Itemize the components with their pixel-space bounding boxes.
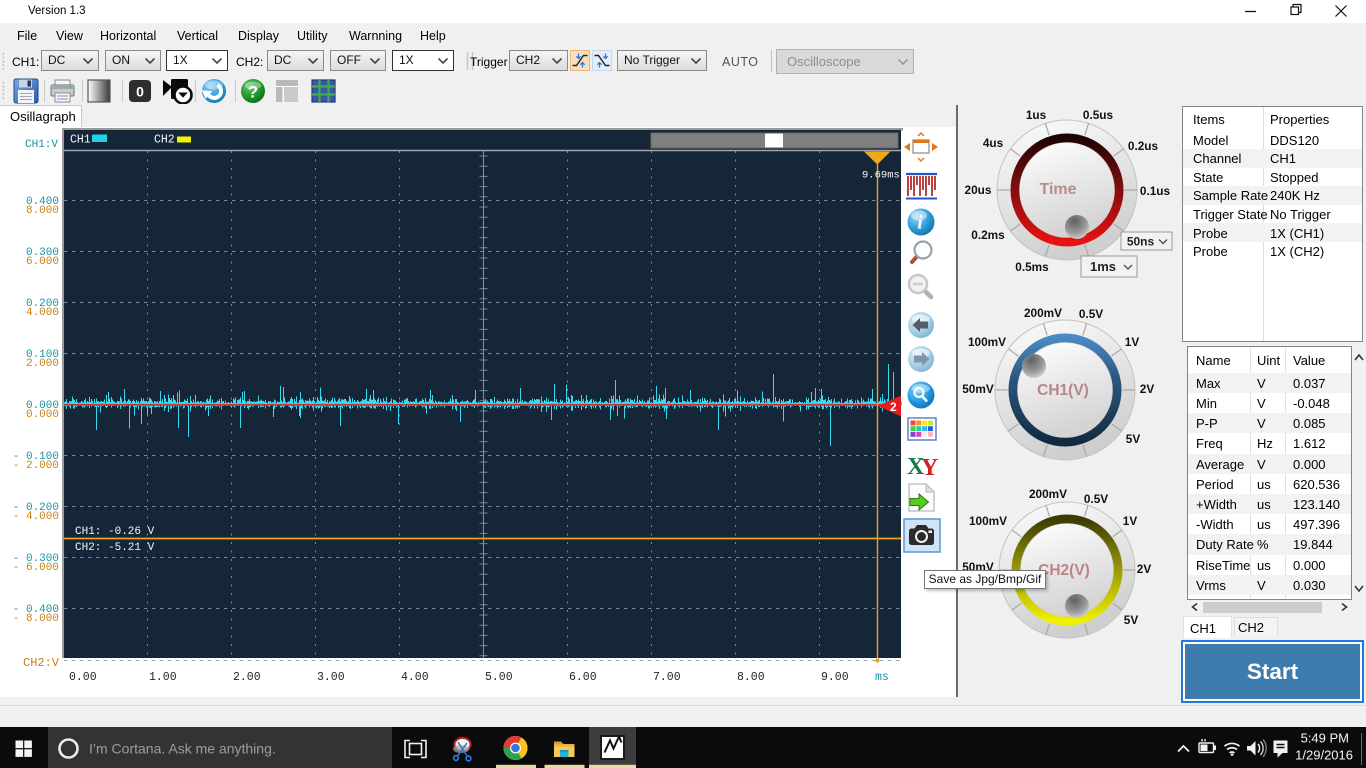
- svg-text:0: 0: [136, 84, 144, 100]
- svg-text:7.00: 7.00: [653, 671, 681, 684]
- svg-text:0.1us: 0.1us: [1140, 184, 1171, 198]
- svg-text:50mV: 50mV: [962, 382, 994, 396]
- svg-text:200mV: 200mV: [1024, 306, 1062, 320]
- svg-text:i: i: [917, 213, 923, 234]
- svg-text:5V: 5V: [1124, 613, 1139, 627]
- svg-text:- 8.000: - 8.000: [13, 613, 59, 625]
- svg-text:1V: 1V: [1123, 514, 1138, 528]
- svg-text:0.2ms: 0.2ms: [971, 228, 1005, 242]
- svg-text:2.000: 2.000: [26, 358, 59, 370]
- svg-text:1/29/2016: 1/29/2016: [1295, 748, 1353, 763]
- svg-text:- 4.000: - 4.000: [13, 511, 59, 523]
- svg-text:4us: 4us: [983, 136, 1004, 150]
- svg-text:0.2us: 0.2us: [1128, 139, 1159, 153]
- svg-text:5.00: 5.00: [485, 671, 513, 684]
- svg-text:5V: 5V: [1126, 432, 1141, 446]
- svg-text:50ns: 50ns: [1127, 235, 1155, 249]
- svg-text:- 6.000: - 6.000: [13, 562, 59, 574]
- svg-text:2V: 2V: [1140, 382, 1155, 396]
- svg-text:CH2: CH2: [154, 133, 175, 146]
- svg-text:9.69ms: 9.69ms: [862, 170, 900, 182]
- svg-text:0.00: 0.00: [69, 671, 97, 684]
- svg-text:1ms: 1ms: [1090, 259, 1116, 274]
- svg-text:0.5V: 0.5V: [1079, 307, 1103, 321]
- svg-text:4.00: 4.00: [401, 671, 429, 684]
- svg-text:3.00: 3.00: [317, 671, 345, 684]
- svg-text:4.000: 4.000: [26, 307, 59, 319]
- svg-text:0.000: 0.000: [26, 409, 59, 421]
- svg-text:0.5ms: 0.5ms: [1015, 260, 1049, 274]
- svg-text:CH1: CH1: [70, 133, 91, 146]
- svg-text:5:49 PM: 5:49 PM: [1301, 731, 1349, 746]
- svg-text:200mV: 200mV: [1029, 487, 1067, 501]
- svg-text:Time: Time: [1039, 181, 1076, 198]
- svg-text:0.5V: 0.5V: [1084, 492, 1108, 506]
- svg-text:8.000: 8.000: [26, 205, 59, 217]
- svg-text:CH2: -5.21 V: CH2: -5.21 V: [75, 542, 155, 554]
- svg-text:Y: Y: [921, 455, 938, 481]
- svg-text:8.00: 8.00: [737, 671, 765, 684]
- svg-text:6.000: 6.000: [26, 256, 59, 268]
- svg-text:1V: 1V: [1125, 335, 1140, 349]
- svg-text:CH2:V: CH2:V: [23, 656, 60, 670]
- svg-text:- 2.000: - 2.000: [13, 460, 59, 472]
- svg-text:ms: ms: [875, 671, 889, 684]
- svg-text:CH1(V): CH1(V): [1037, 382, 1089, 399]
- svg-text:6.00: 6.00: [569, 671, 597, 684]
- svg-text:CH1: -0.26 V: CH1: -0.26 V: [75, 526, 155, 538]
- svg-text:9.00: 9.00: [821, 671, 849, 684]
- svg-text:100mV: 100mV: [969, 514, 1007, 528]
- svg-text:20us: 20us: [965, 183, 992, 197]
- svg-text:2: 2: [890, 400, 897, 414]
- svg-text:I’m Cortana. Ask me anything.: I’m Cortana. Ask me anything.: [89, 741, 276, 757]
- svg-text:1.00: 1.00: [149, 671, 177, 684]
- svg-text:2V: 2V: [1137, 562, 1152, 576]
- svg-text:CH1:V: CH1:V: [25, 139, 58, 151]
- svg-text:1us: 1us: [1026, 108, 1047, 122]
- svg-text:0.5us: 0.5us: [1083, 108, 1114, 122]
- svg-text:?: ?: [248, 83, 258, 102]
- svg-text:100mV: 100mV: [968, 335, 1006, 349]
- svg-text:2.00: 2.00: [233, 671, 261, 684]
